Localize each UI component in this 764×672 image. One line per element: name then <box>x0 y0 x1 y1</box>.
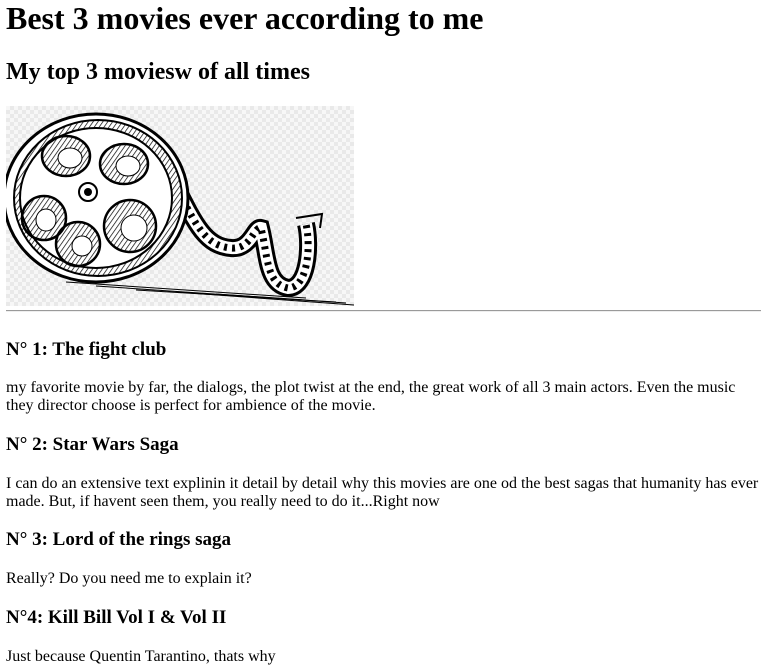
film-reel-icon <box>6 112 354 306</box>
page: Best 3 movies ever according to me My to… <box>0 0 764 672</box>
movie-heading-3: N° 3: Lord of the rings saga <box>6 529 232 550</box>
movie-heading-1: N° 1: The fight club <box>6 339 167 360</box>
movie-text-1: my favorite movie by far, the dialogs, t… <box>6 379 736 414</box>
film-reel-image <box>6 106 354 306</box>
movie-heading-2: N° 2: Star Wars Saga <box>6 434 179 455</box>
divider <box>6 310 761 312</box>
page-title: Best 3 movies ever according to me <box>6 0 484 36</box>
movie-text-3: Really? Do you need me to explain it? <box>6 570 252 587</box>
movie-heading-4: N°4: Kill Bill Vol I & Vol II <box>6 607 227 628</box>
movie-text-4: Just because Quentin Tarantino, thats wh… <box>6 648 276 665</box>
page-subtitle: My top 3 moviesw of all times <box>6 59 310 85</box>
movie-text-2: I can do an extensive text explinin it d… <box>6 475 759 510</box>
